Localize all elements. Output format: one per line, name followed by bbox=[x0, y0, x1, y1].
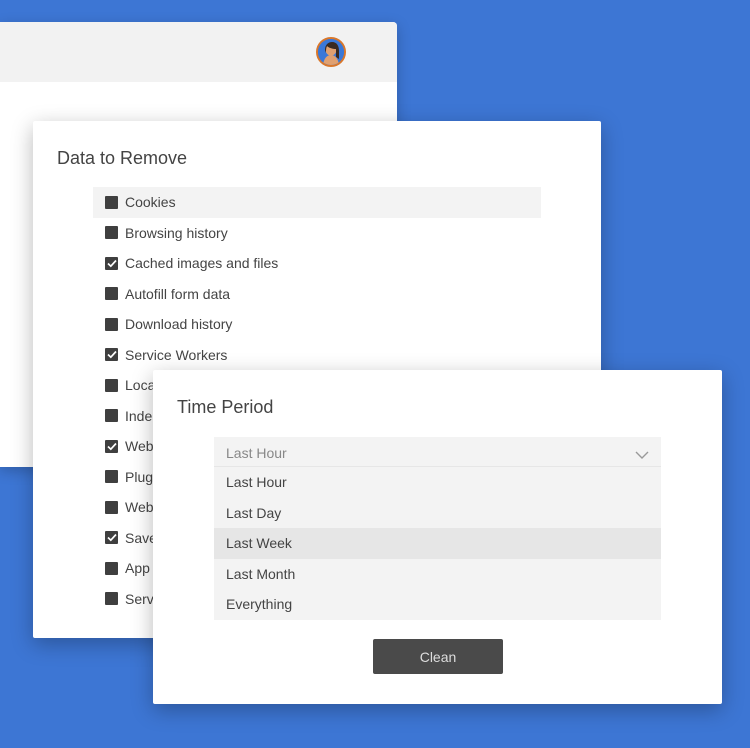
data-type-label: Serv bbox=[125, 590, 154, 607]
data-type-item[interactable]: Service Workers bbox=[93, 340, 541, 371]
data-type-label: Web bbox=[125, 438, 154, 455]
user-avatar-icon[interactable] bbox=[316, 37, 346, 67]
data-type-label: App bbox=[125, 560, 150, 577]
checkbox-checked-icon[interactable] bbox=[105, 348, 118, 362]
checkbox-icon[interactable] bbox=[105, 500, 118, 514]
checkbox-checked-icon[interactable] bbox=[105, 531, 118, 545]
data-type-label: Download history bbox=[125, 316, 233, 333]
checkbox-icon[interactable] bbox=[105, 195, 118, 209]
checkbox-icon[interactable] bbox=[105, 378, 118, 392]
browser-toolbar bbox=[0, 22, 397, 82]
data-type-label: Plug bbox=[125, 468, 154, 485]
time-period-option[interactable]: Last Hour bbox=[214, 467, 661, 498]
data-type-item[interactable]: Browsing history bbox=[93, 218, 541, 249]
time-period-options: Last Hour Last Day Last Week Last Month Ever… bbox=[214, 467, 661, 620]
checkbox-icon[interactable] bbox=[105, 409, 118, 423]
data-type-label: Autofill form data bbox=[125, 285, 231, 302]
data-type-label: Cached images and files bbox=[125, 255, 279, 272]
time-period-option[interactable]: Last Day bbox=[214, 498, 661, 529]
checkbox-icon[interactable] bbox=[105, 470, 118, 484]
data-type-label: Browsing history bbox=[125, 224, 228, 241]
time-period-option[interactable]: Last Month bbox=[214, 559, 661, 590]
time-period-dialog: Time Period Last Hour Last Hour Last Day L… bbox=[153, 370, 722, 704]
data-type-label: Service Workers bbox=[125, 346, 228, 363]
dialog-title: Time Period bbox=[177, 397, 274, 417]
time-period-option[interactable]: Last Week bbox=[214, 528, 661, 559]
selected-value: Last Hour bbox=[226, 445, 287, 461]
checkbox-checked-icon[interactable] bbox=[105, 256, 118, 270]
data-type-item[interactable]: Cached images and files bbox=[93, 248, 541, 279]
data-type-label: Loca bbox=[125, 377, 156, 394]
checkbox-icon[interactable] bbox=[105, 592, 118, 606]
data-type-item[interactable]: Cookies bbox=[93, 187, 541, 218]
data-type-item[interactable]: Autofill form data bbox=[93, 279, 541, 310]
clean-button[interactable]: Clean bbox=[373, 639, 503, 674]
chevron-down-icon bbox=[635, 447, 649, 465]
data-type-label: Inde bbox=[125, 407, 153, 424]
data-type-label: Web bbox=[125, 499, 154, 516]
data-type-label: Cookies bbox=[125, 194, 176, 211]
data-type-item[interactable]: Download history bbox=[93, 309, 541, 340]
time-period-option[interactable]: Everything bbox=[214, 589, 661, 620]
checkbox-icon[interactable] bbox=[105, 561, 118, 575]
dialog-title: Data to Remove bbox=[57, 148, 188, 168]
checkbox-icon[interactable] bbox=[105, 287, 118, 301]
checkbox-icon[interactable] bbox=[105, 317, 118, 331]
checkbox-checked-icon[interactable] bbox=[105, 439, 118, 453]
time-period-select[interactable]: Last Hour bbox=[214, 437, 661, 467]
checkbox-icon[interactable] bbox=[105, 226, 118, 240]
